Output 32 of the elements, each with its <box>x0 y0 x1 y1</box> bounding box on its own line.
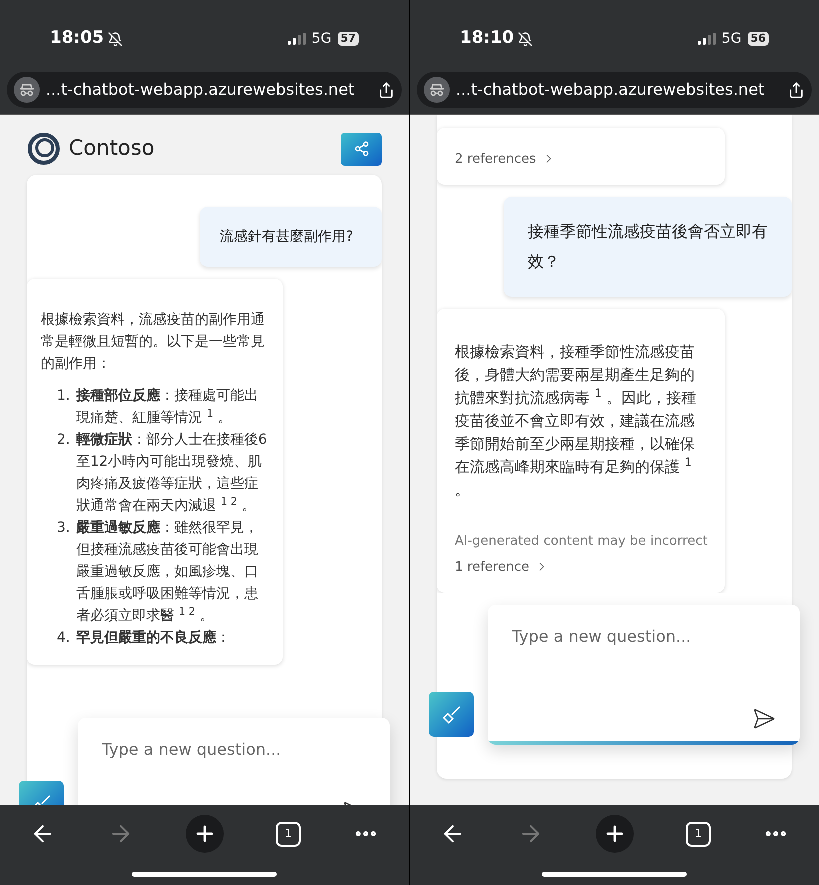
references-link[interactable]: 1 reference <box>455 558 550 577</box>
brand-name: Contoso <box>69 135 155 162</box>
references-link[interactable]: 2 references <box>455 150 556 169</box>
clock-time: 18:10 <box>460 27 514 50</box>
answer-text: 根據檢索資料，接種季節性流感疫苗後，身體大約需要兩星期產生足夠的抗體來對抗流感病毒 $^{1}$ 。因此，接種疫苗後並不會立即有效，建議在流感季節開始前至少兩星期接種，以確保在流感高峰期來臨時有足夠的保護 $^{1}$ 。 <box>455 342 698 501</box>
tab-count-button[interactable]: 1 <box>276 822 301 846</box>
list-item-text: 嚴重過敏反應：雖然很罕見，但接種流感疫苗後可能會出現嚴重過敏反應，如風疹塊、口舌腫脹或呼吸困難等情況，患者必須立即求醫 $^{1 2}$ 。 <box>76 518 260 626</box>
list-number: 2. <box>57 431 70 450</box>
address-bar[interactable]: ...t-chatbot-webapp.azurewebsites.net <box>417 72 812 108</box>
disclaimer-text: AI-generated content may be incorrect <box>455 533 707 551</box>
list-item-text: 輕微症狀：部分人士在接種後6至12小時內可能出現發燒、肌肉疼痛及疲倦等症狀，這些症狀通常會在兩天內減退 $^{1 2}$ 。 <box>76 431 268 516</box>
tab-count-button[interactable]: 1 <box>686 822 711 846</box>
answer-text: 根據檢索資料，流感疫苗的副作用通常是輕微且短暫的。以下是一些常見的副作用： <box>41 311 266 374</box>
user-message: 接種季節性流感疫苗後會否立即有效？ <box>504 197 792 297</box>
url-text: ...t-chatbot-webapp.azurewebsites.net <box>456 79 766 101</box>
battery-level: 57 <box>338 32 359 46</box>
clock-time: 18:05 <box>50 27 104 50</box>
question-input[interactable]: Type a new question... <box>512 625 776 649</box>
list-item-text: 罕見但嚴重的不良反應： <box>76 628 230 648</box>
list-item-text: 接種部位反應：接種處可能出現痛楚、紅腫等情況 $^{1}$ 。 <box>76 386 260 428</box>
address-bar[interactable]: ...t-chatbot-webapp.azurewebsites.net <box>7 72 402 108</box>
network-label: 5G <box>722 30 742 48</box>
question-input[interactable]: Type a new question... <box>102 738 366 762</box>
list-number: 1. <box>57 387 70 406</box>
network-label: 5G <box>312 30 332 48</box>
list-number: 3. <box>57 519 70 538</box>
question-field[interactable]: Type a new question... <box>78 718 390 805</box>
battery-level: 56 <box>748 32 769 46</box>
list-number: 4. <box>57 629 70 648</box>
question-field[interactable]: Type a new question... <box>488 605 800 745</box>
url-text: ...t-chatbot-webapp.azurewebsites.net <box>46 79 356 101</box>
user-message: 流感針有甚麼副作用? <box>200 207 382 267</box>
